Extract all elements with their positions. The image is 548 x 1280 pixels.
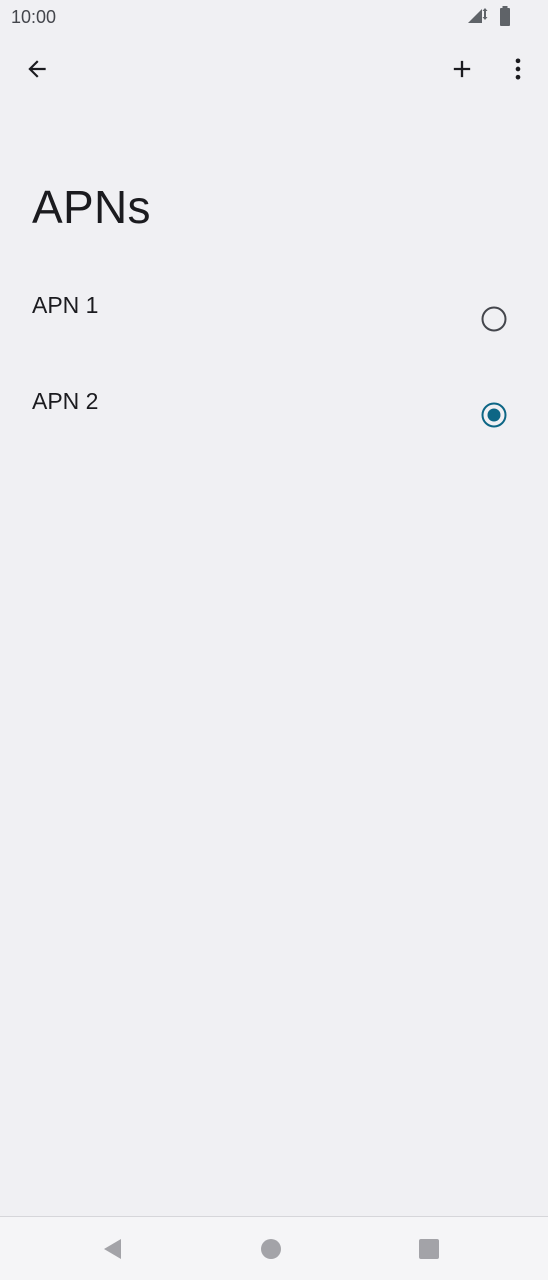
apn-settings-screen: 10:00 APNs APN 1 APN 2 [0,0,548,1280]
toolbar [0,40,548,98]
back-arrow-icon [28,60,46,78]
back-button[interactable] [13,45,61,93]
nav-back-button[interactable] [96,1233,128,1265]
radio-selected-icon[interactable] [481,402,507,428]
nav-recents-button[interactable] [413,1233,445,1265]
status-bar: 10:00 [0,0,548,34]
page-title: APNs [32,181,151,233]
nav-recents-icon [419,1239,439,1259]
navigation-bar [0,1216,548,1280]
nav-back-icon [104,1239,121,1259]
signal-icon [468,8,488,23]
apn-item-1[interactable]: APN 1 [0,270,548,366]
nav-home-button[interactable] [255,1233,287,1265]
apn-label: APN 2 [32,388,99,414]
apn-item-2[interactable]: APN 2 [0,366,548,462]
status-time: 10:00 [11,7,57,27]
apn-list: APN 1 APN 2 [0,270,548,462]
add-icon [453,60,471,78]
more-vert-icon [515,58,521,80]
radio-unselected-icon[interactable] [481,306,507,332]
more-options-button[interactable] [494,45,542,93]
add-apn-button[interactable] [438,45,486,93]
apn-label: APN 1 [32,292,99,318]
battery-icon [500,6,510,26]
nav-home-icon [261,1239,281,1259]
